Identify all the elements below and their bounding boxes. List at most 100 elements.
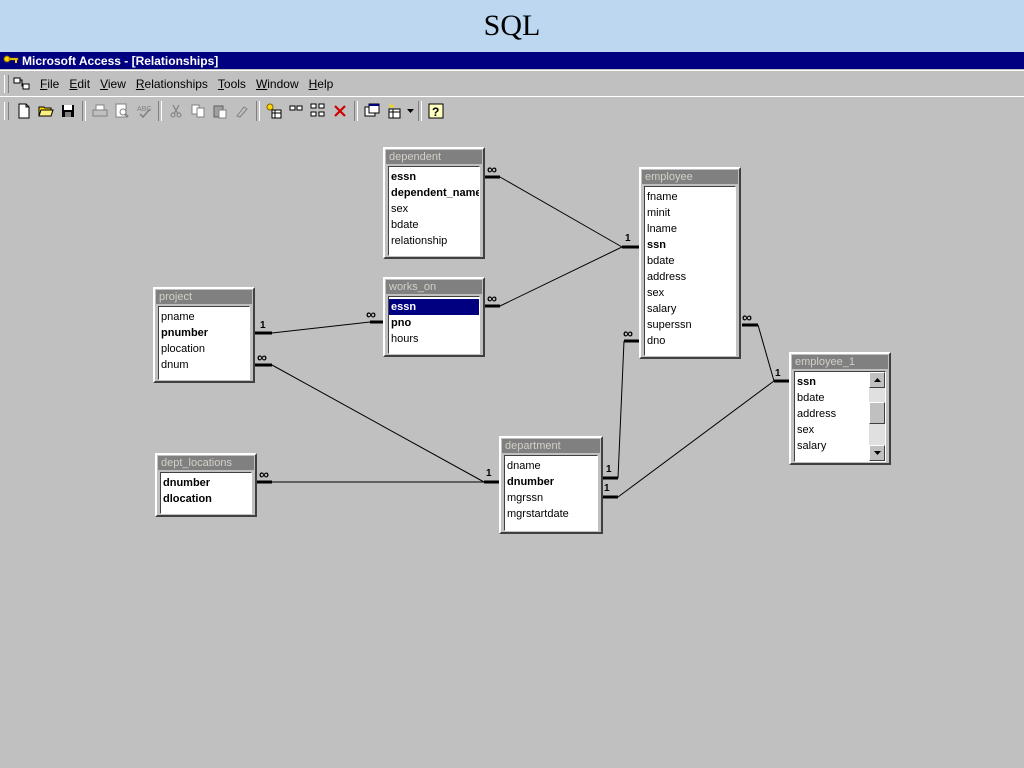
print-preview-icon (115, 103, 129, 118)
field-item[interactable]: dnumber (505, 474, 597, 490)
field-item[interactable]: dnumber (161, 475, 251, 491)
table-title[interactable]: employee_1 (792, 355, 888, 369)
toolbar: ABC ? (0, 96, 1024, 126)
table-title[interactable]: project (156, 290, 252, 304)
window-titlebar: Microsoft Access - [Relationships] (0, 52, 1024, 69)
scroll-down-button[interactable] (869, 445, 885, 461)
field-item[interactable]: dlocation (161, 491, 251, 507)
field-item[interactable]: bdate (389, 217, 479, 233)
field-item[interactable]: minit (645, 205, 735, 221)
copy-icon (191, 104, 205, 118)
help-button[interactable]: ? (425, 100, 447, 122)
table-title[interactable]: dependent (386, 150, 482, 164)
field-item[interactable]: plocation (159, 341, 249, 357)
menu-window[interactable]: Window (251, 77, 304, 91)
format-painter-button[interactable] (231, 100, 253, 122)
slide-title-bar: SQL (0, 0, 1024, 52)
paste-icon (213, 105, 227, 119)
field-item[interactable]: pno (389, 315, 479, 331)
scroll-thumb[interactable] (869, 402, 885, 424)
print-icon (92, 104, 108, 117)
field-list: pname pnumber plocation dnum (158, 306, 250, 380)
database-window-button[interactable] (361, 100, 383, 122)
field-item[interactable]: ssn (645, 237, 735, 253)
table-window-dependent[interactable]: dependent essn dependent_name sex bdate … (383, 147, 485, 259)
field-item[interactable]: bdate (645, 253, 735, 269)
rel-project-works_on (271, 321, 371, 334)
paste-button[interactable] (209, 100, 231, 122)
show-table-icon (266, 103, 282, 119)
delete-icon (334, 105, 346, 117)
chevron-down-icon (406, 108, 414, 113)
menu-file[interactable]: File (35, 77, 64, 91)
field-item[interactable]: dno (645, 333, 735, 349)
field-item[interactable]: sex (645, 285, 735, 301)
toolbar-grip[interactable] (4, 102, 9, 120)
print-button[interactable] (89, 100, 111, 122)
menu-edit[interactable]: Edit (64, 77, 95, 91)
show-table-button[interactable] (263, 100, 285, 122)
scroll-up-button[interactable] (869, 372, 885, 388)
save-button[interactable] (57, 100, 79, 122)
field-item[interactable]: mgrssn (505, 490, 597, 506)
table-window-works_on[interactable]: works_on essn pno hours (383, 277, 485, 357)
table-title[interactable]: dept_locations (158, 456, 254, 470)
vertical-scrollbar[interactable] (869, 372, 885, 461)
field-item[interactable]: essn (389, 169, 479, 185)
cut-button[interactable] (165, 100, 187, 122)
table-title[interactable]: employee (642, 170, 738, 184)
print-preview-button[interactable] (111, 100, 133, 122)
menu-relationships[interactable]: Relationships (131, 77, 213, 91)
menu-view[interactable]: View (95, 77, 131, 91)
field-item[interactable]: pnumber (159, 325, 249, 341)
show-direct-button[interactable] (285, 100, 307, 122)
table-title[interactable]: works_on (386, 280, 482, 294)
field-item[interactable]: lname (645, 221, 735, 237)
menu-tools[interactable]: Tools (213, 77, 251, 91)
cardinality-one-label: 1 (625, 233, 631, 244)
format-painter-icon (236, 106, 248, 118)
menu-file-rest: ile (47, 77, 60, 91)
table-window-department[interactable]: department dname dnumber mgrssn mgrstart… (499, 436, 603, 534)
field-item[interactable]: sex (389, 201, 479, 217)
toolbar-separator (256, 101, 260, 121)
field-item[interactable]: hours (389, 331, 479, 347)
table-window-project[interactable]: project pname pnumber plocation dnum (153, 287, 255, 383)
field-item[interactable]: dname (505, 458, 597, 474)
field-item[interactable]: fname (645, 189, 735, 205)
table-window-employee_1[interactable]: employee_1 ssn bdate address sex salary (789, 352, 891, 465)
new-object-icon (388, 103, 401, 119)
field-item[interactable]: pname (159, 309, 249, 325)
cardinality-many-label: ∞ (487, 161, 497, 177)
spelling-button[interactable]: ABC (133, 100, 155, 122)
cardinality-many-label: ∞ (742, 309, 752, 325)
table-title[interactable]: department (502, 439, 600, 453)
table-window-employee[interactable]: employee fname minit lname ssn bdate add… (639, 167, 741, 359)
field-item[interactable]: relationship (389, 233, 479, 249)
arrow-down-icon (873, 451, 881, 455)
field-item[interactable]: essn (389, 299, 479, 315)
field-item[interactable]: dnum (159, 357, 249, 373)
window-title: Microsoft Access - [Relationships] (22, 53, 219, 68)
field-item[interactable]: mgrstartdate (505, 506, 597, 522)
field-item[interactable]: address (645, 269, 735, 285)
field-item[interactable]: dependent_name (389, 185, 479, 201)
menubar-grip[interactable] (4, 75, 9, 93)
new-object-dropdown[interactable] (405, 100, 415, 122)
relationships-canvas[interactable]: ∞ 1 ∞ 1 ∞ ∞ ∞ 1 ∞ 1 1 ∞ 1 dependent essn… (0, 125, 1024, 768)
new-object-button[interactable] (383, 100, 405, 122)
open-button[interactable] (35, 100, 57, 122)
cardinality-many-label: ∞ (366, 306, 376, 322)
save-icon (62, 105, 74, 117)
delete-button[interactable] (329, 100, 351, 122)
menu-help[interactable]: Help (304, 77, 339, 91)
field-item[interactable]: salary (645, 301, 735, 317)
field-list: fname minit lname ssn bdate address sex … (644, 186, 736, 356)
cut-icon (170, 104, 182, 118)
table-window-dept_locations[interactable]: dept_locations dnumber dlocation (155, 453, 257, 517)
field-item[interactable]: superssn (645, 317, 735, 333)
copy-button[interactable] (187, 100, 209, 122)
rel-department-employee_1 (617, 380, 775, 498)
new-button[interactable] (13, 100, 35, 122)
show-all-button[interactable] (307, 100, 329, 122)
